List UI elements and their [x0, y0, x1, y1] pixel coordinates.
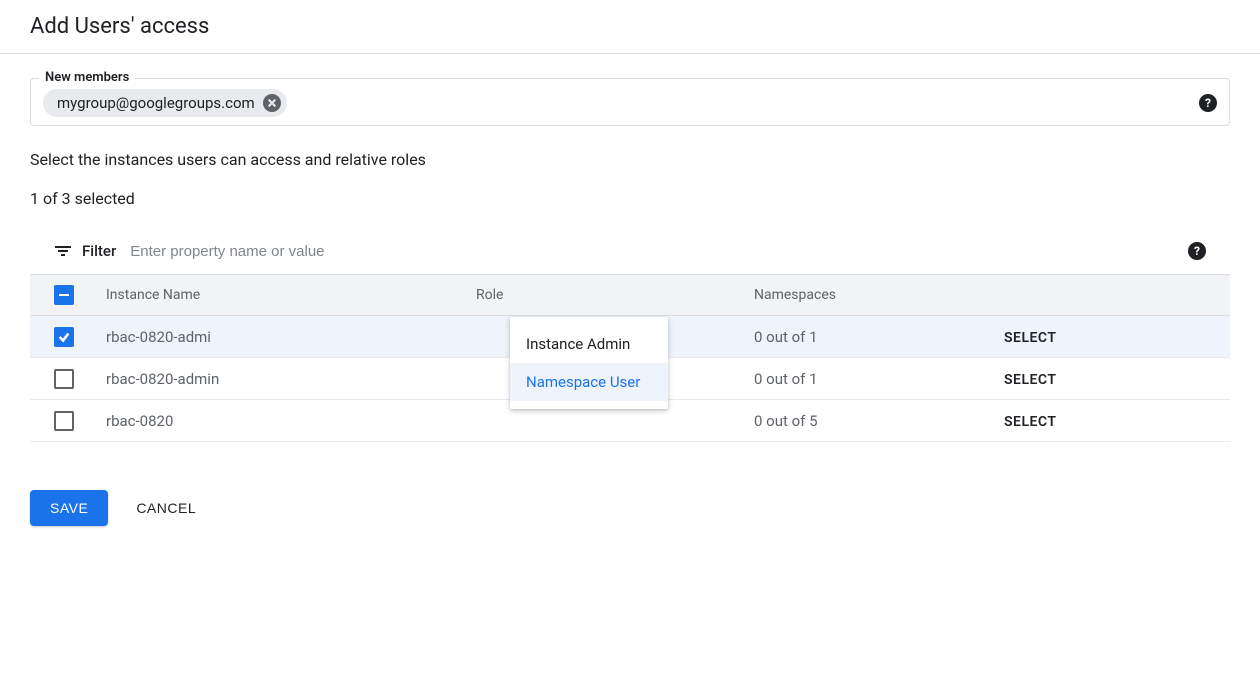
help-icon[interactable]: ? — [1199, 94, 1217, 112]
instruction-text: Select the instances users can access an… — [30, 150, 1230, 169]
page-header: Add Users' access — [0, 0, 1260, 54]
select-all-checkbox[interactable] — [54, 285, 74, 305]
namespaces-cell: 0 out of 1 — [754, 370, 1004, 388]
instance-name-cell: rbac-0820-admi — [106, 328, 476, 346]
dropdown-option-instance-admin[interactable]: Instance Admin — [510, 325, 668, 363]
filter-bar: Filter ? — [30, 228, 1230, 275]
namespaces-cell: 0 out of 5 — [754, 412, 1004, 430]
instances-table: Instance Name Role Namespaces rbac-0820-… — [30, 275, 1230, 442]
cancel-button[interactable]: CANCEL — [136, 500, 196, 516]
page-title: Add Users' access — [30, 14, 1230, 39]
col-header-instance-name: Instance Name — [106, 287, 476, 303]
col-header-namespaces: Namespaces — [754, 287, 1004, 303]
instance-name-cell: rbac-0820-admin — [106, 370, 476, 388]
selection-count: 1 of 3 selected — [30, 189, 1230, 208]
member-chip: mygroup@googlegroups.com — [43, 89, 287, 117]
new-members-field[interactable]: New members mygroup@googlegroups.com ? — [30, 78, 1230, 126]
footer-actions: SAVE CANCEL — [30, 490, 1230, 526]
select-button[interactable]: SELECT — [1004, 372, 1056, 388]
row-checkbox[interactable] — [54, 327, 74, 347]
filter-label: Filter — [82, 242, 116, 260]
dropdown-option-namespace-user[interactable]: Namespace User — [510, 363, 668, 401]
select-button[interactable]: SELECT — [1004, 414, 1056, 430]
row-checkbox[interactable] — [54, 369, 74, 389]
table-header: Instance Name Role Namespaces — [30, 275, 1230, 316]
chip-text: mygroup@googlegroups.com — [57, 94, 255, 112]
select-button[interactable]: SELECT — [1004, 330, 1056, 346]
instance-name-cell: rbac-0820 — [106, 412, 476, 430]
save-button[interactable]: SAVE — [30, 490, 108, 526]
filter-icon — [54, 242, 72, 260]
namespaces-cell: 0 out of 1 — [754, 328, 1004, 346]
col-header-role: Role — [476, 287, 754, 303]
new-members-label: New members — [39, 70, 135, 85]
page-content: New members mygroup@googlegroups.com ? S… — [0, 54, 1260, 550]
role-dropdown: Instance Admin Namespace User — [510, 317, 668, 409]
row-checkbox[interactable] — [54, 411, 74, 431]
filter-input[interactable] — [130, 243, 1188, 260]
remove-chip-icon[interactable] — [263, 94, 281, 112]
help-icon[interactable]: ? — [1188, 242, 1206, 260]
chips-container: mygroup@googlegroups.com ? — [43, 89, 1217, 117]
